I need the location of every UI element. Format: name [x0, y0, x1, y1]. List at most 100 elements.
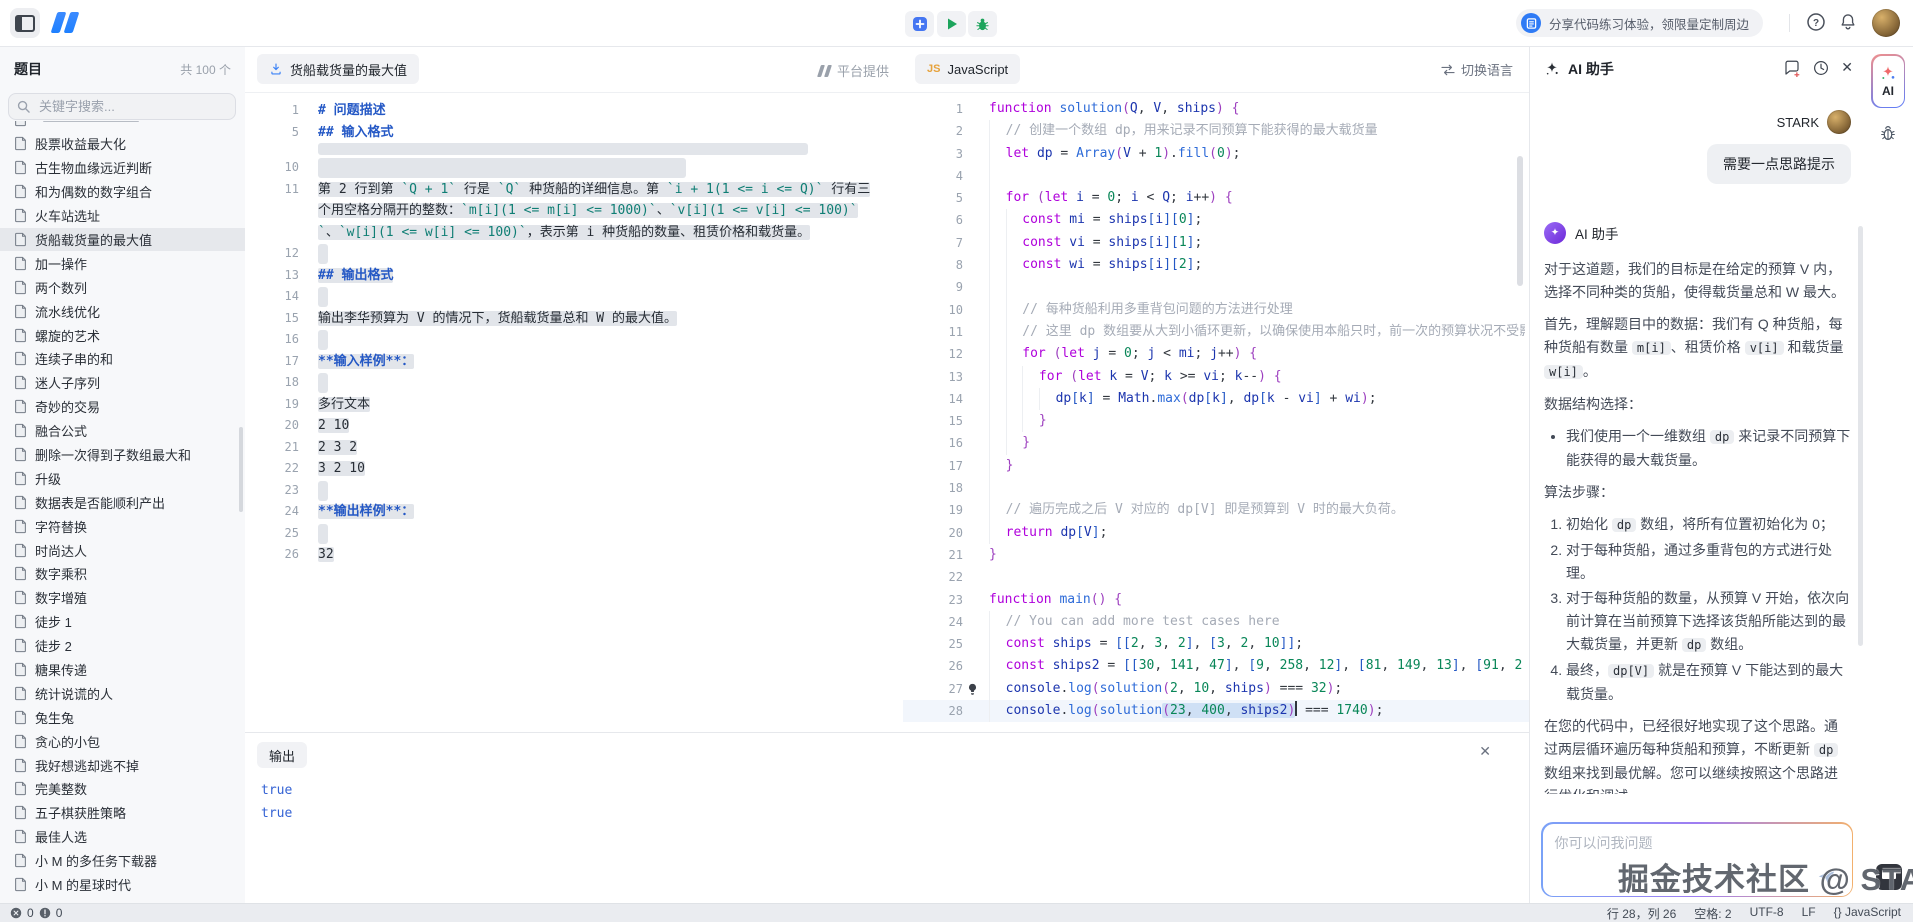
problem-line[interactable]: 23: [245, 480, 903, 502]
sidebar-item[interactable]: 火车站选址: [0, 204, 245, 228]
sidebar-item[interactable]: 流水线优化: [0, 299, 245, 323]
code-line[interactable]: 6const mi = ships[i][0];: [903, 209, 1529, 231]
code-line[interactable]: 24// You can add more test cases here: [903, 611, 1529, 633]
sidebar-item[interactable]: 五子棋获胜策略: [0, 801, 245, 825]
code-line[interactable]: 28console.log(solution(23, 400, ships2) …: [903, 700, 1529, 722]
code-line[interactable]: 26const ships2 = [[30, 141, 47], [9, 258…: [903, 655, 1529, 677]
problem-tab[interactable]: 货船载货量的最大值: [257, 54, 419, 84]
clipped-list-item[interactable]: [0, 121, 245, 132]
problem-line[interactable]: `、`w[i](1 <= w[i] <= 100)`，表示第 i 种货船的数量、…: [245, 222, 903, 244]
problem-line[interactable]: 1# 问题描述: [245, 100, 903, 122]
sidebar-item[interactable]: 数据表是否能顺利产出: [0, 490, 245, 514]
sidebar-item[interactable]: 删除一次得到子数组最大和: [0, 443, 245, 467]
code-line[interactable]: 12for (let j = 0; j < mi; j++) {: [903, 343, 1529, 365]
sidebar-item[interactable]: 字符替换: [0, 514, 245, 538]
code-line[interactable]: 7const vi = ships[i][1];: [903, 232, 1529, 254]
code-line[interactable]: 15}: [903, 410, 1529, 432]
sidebar-item[interactable]: 和为偶数的数字组合: [0, 180, 245, 204]
code-line[interactable]: 21}: [903, 544, 1529, 566]
sidebar-item[interactable]: 数字乘积: [0, 562, 245, 586]
sidebar-item[interactable]: 兔生兔: [0, 705, 245, 729]
sidebar-item[interactable]: 迷人子序列: [0, 371, 245, 395]
problem-line[interactable]: 13## 输出格式: [245, 265, 903, 287]
problem-line[interactable]: 15输出李华预算为 V 的情况下，货船载货量总和 W 的最大值。: [245, 308, 903, 330]
problem-content[interactable]: 1# 问题描述5## 输入格式1011第 2 行到第 `Q + 1` 行是 `Q…: [245, 92, 903, 732]
code-line[interactable]: 17}: [903, 455, 1529, 477]
problem-line[interactable]: [245, 143, 903, 157]
code-line[interactable]: 3let dp = Array(V + 1).fill(0);: [903, 143, 1529, 165]
code-line[interactable]: 8const wi = ships[i][2];: [903, 254, 1529, 276]
sidebar-item[interactable]: 奇妙的交易: [0, 395, 245, 419]
output-close-button[interactable]: ✕: [1479, 743, 1491, 760]
sidebar-item[interactable]: 螺旋的艺术: [0, 323, 245, 347]
code-line[interactable]: 20return dp[V];: [903, 522, 1529, 544]
problem-line[interactable]: 18: [245, 372, 903, 394]
send-message-button[interactable]: [1816, 866, 1838, 888]
code-line[interactable]: 9: [903, 276, 1529, 298]
sidebar-item[interactable]: 糖果传递: [0, 658, 245, 682]
history-button[interactable]: [1812, 59, 1830, 77]
code-line[interactable]: 4: [903, 165, 1529, 187]
problem-line[interactable]: 5## 输入格式: [245, 122, 903, 144]
editor-scrollbar[interactable]: [1517, 156, 1523, 286]
new-chat-button[interactable]: [1783, 59, 1801, 77]
problem-line[interactable]: 12: [245, 243, 903, 265]
sidebar-item[interactable]: 加一操作: [0, 251, 245, 275]
problem-line[interactable]: 14: [245, 286, 903, 308]
sidebar-item[interactable]: 最佳人选: [0, 825, 245, 849]
debug-run-button[interactable]: [968, 11, 997, 37]
problem-line[interactable]: 19多行文本: [245, 394, 903, 416]
sidebar-item[interactable]: 完美整数: [0, 777, 245, 801]
problem-line[interactable]: 24**输出样例**：: [245, 501, 903, 523]
sidebar-item[interactable]: 升级: [0, 466, 245, 490]
code-editor-content[interactable]: 1function solution(Q, V, ships) {2// 创建一…: [903, 92, 1529, 732]
problem-line[interactable]: 个用空格分隔开的整数：`m[i](1 <= m[i] <= 1000)`、`v[…: [245, 200, 903, 222]
code-line[interactable]: 25const ships = [[2, 3, 2], [3, 2, 10]];: [903, 633, 1529, 655]
switch-language-button[interactable]: 切换语言: [1441, 60, 1513, 79]
insert-snippet-button[interactable]: [905, 11, 934, 37]
sidebar-item[interactable]: 融合公式: [0, 419, 245, 443]
problem-line[interactable]: 212 3 2: [245, 437, 903, 459]
code-line[interactable]: 14dp[k] = Math.max(dp[k], dp[k - vi] + w…: [903, 388, 1529, 410]
sidebar-scrollbar[interactable]: [239, 427, 243, 512]
sidebar-item[interactable]: 时尚达人: [0, 538, 245, 562]
code-line[interactable]: 13for (let k = V; k >= vi; k--) {: [903, 366, 1529, 388]
sidebar-item[interactable]: 徒步 1: [0, 610, 245, 634]
sidebar-item[interactable]: 徒步 2: [0, 634, 245, 658]
problem-line[interactable]: 223 2 10: [245, 458, 903, 480]
sidebar-item[interactable]: 数字增殖: [0, 586, 245, 610]
ai-panel-close-button[interactable]: ✕: [1841, 59, 1853, 76]
problem-line[interactable]: 25: [245, 523, 903, 545]
run-code-button[interactable]: [937, 11, 966, 37]
sidebar-item[interactable]: 股票收益最大化: [0, 132, 245, 156]
sidebar-item[interactable]: 贪心的小包: [0, 729, 245, 753]
sidebar-item[interactable]: 两个数列: [0, 275, 245, 299]
code-line[interactable]: 19// 遍历完成之后 V 对应的 dp[V] 即是预算到 V 时的最大负荷。: [903, 499, 1529, 521]
status-item[interactable]: UTF-8: [1750, 905, 1784, 922]
sidebar-item[interactable]: 统计说谎的人: [0, 681, 245, 705]
juejin-logo-icon[interactable]: [51, 12, 80, 33]
code-line[interactable]: 27console.log(solution(2, 10, ships) ===…: [903, 678, 1529, 700]
sidebar-toggle-button[interactable]: [10, 8, 40, 38]
code-line[interactable]: 5for (let i = 0; i < Q; i++) {: [903, 187, 1529, 209]
ai-chat-scrollbar[interactable]: [1858, 226, 1863, 646]
problem-line[interactable]: 202 10: [245, 415, 903, 437]
problem-line[interactable]: 11第 2 行到第 `Q + 1` 行是 `Q` 种货船的详细信息。第 `i +…: [245, 179, 903, 201]
language-tab[interactable]: JS JavaScript: [915, 54, 1020, 84]
ai-question-input[interactable]: [1543, 824, 1852, 896]
notifications-button[interactable]: [1838, 12, 1858, 32]
sidebar-item[interactable]: 货船载货量的最大值: [0, 228, 245, 252]
code-line[interactable]: 16}: [903, 432, 1529, 454]
sidebar-item[interactable]: 我好想逃却逃不掉: [0, 753, 245, 777]
ai-assistant-rail-button[interactable]: AI: [1871, 54, 1905, 108]
search-input[interactable]: [8, 93, 236, 120]
code-line[interactable]: 18: [903, 477, 1529, 499]
user-avatar[interactable]: [1872, 9, 1900, 37]
code-line[interactable]: 10// 每种货船利用多重背包问题的方法进行处理: [903, 299, 1529, 321]
help-button[interactable]: ?: [1806, 12, 1826, 32]
problems-status[interactable]: 0 0: [10, 906, 62, 920]
status-item[interactable]: 行 28，列 26: [1607, 905, 1676, 922]
debug-rail-button[interactable]: [1879, 124, 1897, 142]
promo-banner[interactable]: 分享代码练习体验，领限量定制周边: [1516, 9, 1763, 37]
code-line[interactable]: 11// 这里 dp 数组要从大到小循环更新，以确保使用本船只时，前一次的预算状…: [903, 321, 1529, 343]
